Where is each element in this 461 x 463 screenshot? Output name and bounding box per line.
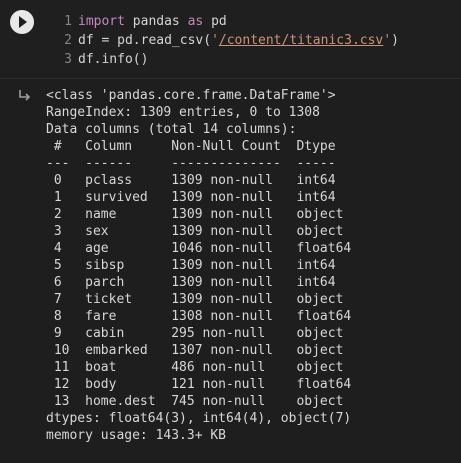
string-quote: ' — [383, 33, 392, 48]
output-line: # Column Non-Null Count Dtype — [46, 139, 352, 154]
output-line: 8 fare 1308 non-null float64 — [46, 309, 352, 324]
code-text: df = pd.read_csv( — [78, 33, 212, 48]
output-line: dtypes: float64(3), int64(4), object(7) — [46, 411, 352, 426]
output-line: 1 survived 1309 non-null int64 — [46, 190, 352, 205]
code-text: pandas — [124, 14, 188, 29]
output-line: memory usage: 143.3+ KB — [46, 428, 227, 443]
output-line: 7 ticket 1309 non-null object — [46, 292, 352, 307]
output-line: 13 home.dest 745 non-null object — [46, 394, 352, 409]
output-line: Data columns (total 14 columns): — [46, 122, 297, 137]
file-path-link[interactable]: /content/titanic3.csv — [219, 33, 383, 48]
run-cell-button[interactable] — [10, 10, 34, 34]
output-line: 2 name 1309 non-null object — [46, 207, 352, 222]
code-editor[interactable]: 1 import pandas as pd 2 df = pd.read_csv('… — [58, 12, 399, 69]
output-line: 9 cabin 295 non-null object — [46, 326, 352, 341]
code-cell[interactable]: 1 import pandas as pd 2 df = pd.read_csv('… — [0, 0, 461, 79]
code-text: pd — [203, 14, 227, 29]
code-text: df.info() — [78, 52, 149, 67]
output-line: 10 embarked 1307 non-null object — [46, 343, 352, 358]
line-number: 3 — [64, 52, 72, 67]
output-line: 3 sex 1309 non-null object — [46, 224, 352, 239]
code-line-2: 2 df = pd.read_csv('/content/titanic3.csv… — [58, 31, 399, 50]
output-line: RangeIndex: 1309 entries, 0 to 1308 — [46, 105, 320, 120]
output-area: <class 'pandas.core.frame.DataFrame'> Ra… — [0, 79, 461, 463]
output-line: 5 sibsp 1309 non-null int64 — [46, 258, 352, 273]
output-line: 6 parch 1309 non-null int64 — [46, 275, 352, 290]
line-number: 1 — [64, 14, 72, 29]
code-line-1: 1 import pandas as pd — [58, 12, 399, 31]
output-line: 12 body 121 non-null float64 — [46, 377, 352, 392]
code-line-3: 3 df.info() — [58, 50, 399, 69]
string-quote: ' — [211, 33, 219, 48]
output-line: 4 age 1046 non-null float64 — [46, 241, 352, 256]
output-redirect-icon[interactable] — [18, 89, 32, 103]
output-line: <class 'pandas.core.frame.DataFrame'> — [46, 88, 336, 103]
output-line: 11 boat 486 non-null object — [46, 360, 352, 375]
keyword-import: import — [78, 14, 125, 29]
keyword-as: as — [187, 14, 204, 29]
output-text: <class 'pandas.core.frame.DataFrame'> Ra… — [46, 87, 351, 444]
output-line: 0 pclass 1309 non-null int64 — [46, 173, 352, 188]
output-line: --- ------ -------------- ----- — [46, 156, 352, 171]
line-number: 2 — [64, 33, 72, 48]
code-text: ) — [391, 33, 399, 48]
